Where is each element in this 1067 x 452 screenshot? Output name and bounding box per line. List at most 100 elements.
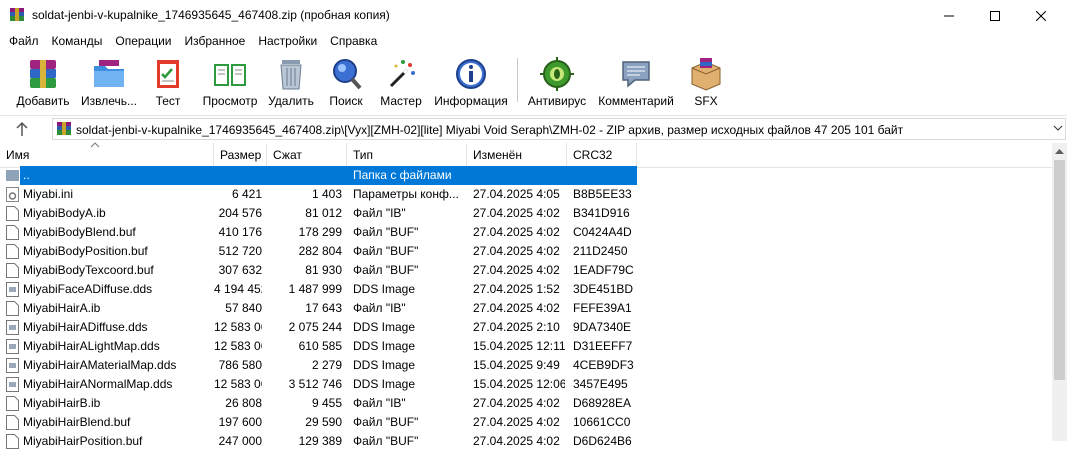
cell-size: 247 000	[218, 434, 262, 448]
cell-type: DDS Image	[353, 358, 416, 372]
column-name[interactable]: Имя	[0, 142, 214, 167]
window-title: soldat-jenbi-v-kupalnike_1746935645_4674…	[32, 8, 390, 22]
column-type[interactable]: Тип	[347, 143, 467, 167]
cell-modified: 27.04.2025 4:02	[473, 396, 560, 410]
table-row[interactable]: MiyabiFaceADiffuse.dds 4 194 452 1 487 999…	[0, 280, 1052, 299]
cell-size: 57 840	[225, 301, 262, 315]
cell-crc32: FEFE39A1	[573, 301, 632, 315]
cell-name: MiyabiHairBlend.buf	[23, 415, 131, 429]
table-row[interactable]: MiyabiBodyA.ib 204 576 81 012 Файл "IB" 27.0…	[0, 204, 1052, 223]
cell-name: MiyabiBodyPosition.buf	[23, 244, 148, 258]
table-row[interactable]: MiyabiHairB.ib 26 808 9 455 Файл "IB" 27.04.…	[0, 394, 1052, 413]
test-button[interactable]: Тест	[146, 53, 190, 111]
delete-button[interactable]: Удалить	[266, 53, 316, 111]
cell-type: Файл "BUF"	[353, 415, 419, 429]
cell-modified: 27.04.2025 4:05	[473, 187, 560, 201]
table-row[interactable]: MiyabiHairANormalMap.dds 12 583 060 3 512 …	[0, 375, 1052, 394]
extract-icon	[94, 60, 124, 87]
column-packed[interactable]: Сжат	[267, 143, 347, 167]
title-bar: soldat-jenbi-v-kupalnike_1746935645_4674…	[0, 0, 1067, 31]
cell-name: ..	[23, 168, 30, 182]
test-label: Тест	[155, 94, 181, 108]
cell-name: MiyabiHairB.ib	[23, 396, 101, 410]
chevron-down-icon[interactable]	[1053, 124, 1063, 132]
add-label: Добавить	[16, 94, 70, 108]
table-row[interactable]: MiyabiBodyTexcoord.buf 307 632 81 930 Файл …	[0, 261, 1052, 280]
find-icon	[333, 59, 362, 90]
table-row[interactable]: MiyabiHairADiffuse.dds 12 583 060 2 075 24…	[0, 318, 1052, 337]
menu-help[interactable]: Справка	[323, 32, 383, 51]
cell-name: MiyabiHairPosition.buf	[23, 434, 143, 448]
scroll-up-icon[interactable]	[1055, 148, 1064, 154]
cell-modified: 27.04.2025 4:02	[473, 244, 560, 258]
antivirus-label: Антивирус	[527, 94, 587, 108]
minimize-button[interactable]	[926, 0, 972, 31]
view-icon	[214, 64, 246, 86]
column-size-label: Размер	[220, 148, 262, 162]
cell-modified: 27.04.2025 1:52	[473, 282, 560, 296]
cell-name: MiyabiHairANormalMap.dds	[23, 377, 173, 391]
cell-crc32: D68928EA	[573, 396, 632, 410]
file-icon	[6, 415, 19, 430]
test-icon	[157, 60, 179, 88]
vertical-scrollbar[interactable]	[1052, 143, 1067, 441]
cell-size: 12 583 060	[214, 339, 262, 353]
sfx-button[interactable]: SFX	[684, 53, 728, 111]
info-button[interactable]: Информация	[432, 53, 510, 111]
cell-type: Файл "BUF"	[353, 244, 419, 258]
column-crc32[interactable]: CRC32	[567, 143, 637, 167]
table-row[interactable]: MiyabiHairA.ib 57 840 17 643 Файл "IB" 27.04…	[0, 299, 1052, 318]
cell-size: 197 600	[218, 415, 262, 429]
wizard-button[interactable]: Мастер	[376, 53, 426, 111]
file-icon	[6, 244, 19, 259]
cell-modified: 27.04.2025 4:02	[473, 263, 560, 277]
find-button[interactable]: Поиск	[324, 53, 368, 111]
table-row[interactable]: MiyabiBodyBlend.buf 410 176 178 299 Файл "B…	[0, 223, 1052, 242]
view-button[interactable]: Просмотр	[198, 53, 262, 111]
cell-packed: 81 012	[305, 206, 342, 220]
cell-crc32: 1EADF79C	[573, 263, 634, 277]
table-row[interactable]: MiyabiHairALightMap.dds 12 583 060 610 585…	[0, 337, 1052, 356]
cell-packed: 282 804	[298, 244, 342, 258]
table-row[interactable]: MiyabiHairAMaterialMap.dds 786 580 2 279 DD…	[0, 356, 1052, 375]
column-packed-label: Сжат	[273, 148, 302, 162]
table-row[interactable]: MiyabiHairPosition.buf 247 000 129 389 Файл…	[0, 432, 1052, 451]
antivirus-button[interactable]: Антивирус	[524, 53, 590, 111]
up-arrow-icon[interactable]	[14, 120, 30, 138]
extract-button[interactable]: Извлечь...	[78, 53, 140, 111]
menu-operations[interactable]: Операции	[108, 32, 177, 51]
add-button[interactable]: Добавить	[14, 53, 72, 111]
image-file-icon	[6, 358, 19, 373]
table-row[interactable]: MiyabiBodyPosition.buf 512 720 282 804 Файл…	[0, 242, 1052, 261]
cell-packed: 1 403	[311, 187, 342, 201]
comment-button[interactable]: Комментарий	[596, 53, 676, 111]
cell-modified: 27.04.2025 4:02	[473, 415, 560, 429]
toolbar-separator	[517, 58, 518, 102]
path-field[interactable]: soldat-jenbi-v-kupalnike_1746935645_4674…	[52, 118, 1066, 140]
table-row[interactable]: Miyabi.ini 6 421 1 403 Параметры конф... 27.…	[0, 185, 1052, 204]
file-list-header: Имя Размер Сжат Тип Изменён CRC32	[0, 142, 1052, 168]
sfx-icon	[691, 58, 721, 91]
menu-favorites[interactable]: Избранное	[178, 32, 252, 51]
column-modified[interactable]: Изменён	[467, 143, 567, 167]
table-row[interactable]: MiyabiHairBlend.buf 197 600 29 590 Файл "BU…	[0, 413, 1052, 432]
cell-packed: 178 299	[298, 225, 342, 239]
cell-crc32: C0424A4D	[573, 225, 632, 239]
menu-settings[interactable]: Настройки	[251, 32, 323, 51]
scrollbar-thumb[interactable]	[1054, 160, 1065, 380]
cell-size: 6 421	[231, 187, 262, 201]
cell-modified: 27.04.2025 4:02	[473, 301, 560, 315]
wizard-icon	[389, 60, 415, 88]
file-icon	[6, 206, 19, 221]
close-button[interactable]	[1018, 0, 1064, 31]
cell-crc32: 3DE451BD	[573, 282, 634, 296]
maximize-button[interactable]	[972, 0, 1018, 31]
menu-file[interactable]: Файл	[0, 32, 45, 51]
info-icon	[456, 59, 486, 89]
cell-crc32: 211D2450	[573, 244, 628, 258]
column-size[interactable]: Размер	[214, 143, 267, 167]
view-label: Просмотр	[202, 94, 258, 108]
menu-commands[interactable]: Команды	[45, 32, 109, 51]
table-row[interactable]: .. Папка с файлами	[0, 166, 1052, 185]
wizard-label: Мастер	[380, 94, 422, 108]
